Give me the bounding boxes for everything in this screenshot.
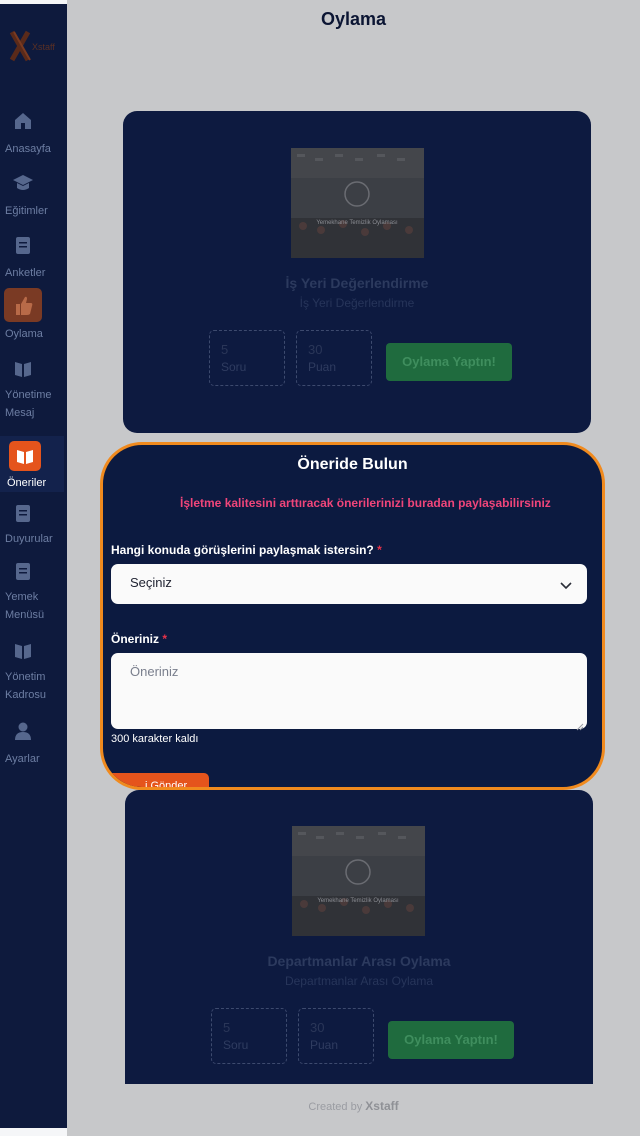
resize-grip-icon[interactable] [576, 718, 584, 731]
sidebar-item-oneriler[interactable]: Öneriler [0, 436, 64, 492]
svg-text:Xstaff: Xstaff [32, 42, 55, 52]
sidebar-item-oylama[interactable]: Oylama [0, 286, 64, 344]
suggestion-placeholder: Öneriniz [130, 664, 179, 679]
question-count: 5 Soru [211, 1008, 287, 1064]
sidebar-item-yonetime-mesaj[interactable]: Yönetime Mesaj [0, 356, 64, 424]
sidebar-item-label: Anketler [5, 267, 46, 279]
book-open-icon [9, 441, 41, 471]
footer: Created by Xstaff [67, 1099, 640, 1113]
topic-label: Hangi konuda görüşlerini paylaşmak ister… [111, 543, 382, 557]
svg-text:Yemekhane Temizlik Oylaması: Yemekhane Temizlik Oylaması [316, 220, 398, 226]
topic-select-value: Seçiniz [130, 575, 172, 590]
clipboard-icon [12, 234, 34, 256]
send-button[interactable]: i Gönder [105, 773, 209, 787]
page-title: Oylama [320, 9, 387, 29]
stat-number: 5 [223, 1020, 231, 1035]
xstaff-logo[interactable]: Xstaff [8, 26, 62, 66]
user-icon [12, 720, 34, 742]
voted-button[interactable]: Oylama Yaptın! [388, 1021, 514, 1059]
sidebar-item-anketler[interactable]: Anketler [0, 232, 64, 282]
sidebar-item-label: Öneriler [7, 477, 47, 489]
card-subtitle: İş Yeri Değerlendirme [299, 296, 415, 310]
character-counter: 300 karakter kaldı [111, 733, 199, 745]
suggestion-textarea[interactable]: Öneriniz [111, 653, 587, 731]
sidebar-item-yonetim-kadrosu[interactable]: Yönetim Kadrosu [0, 638, 64, 706]
suggestion-label-text: Öneriniz [111, 632, 160, 646]
suggestion-label: Öneriniz * [111, 632, 167, 646]
sidebar-item-anasayfa[interactable]: Anasayfa [0, 108, 64, 158]
point-count: 30 Puan [298, 1008, 374, 1064]
sidebar: Xstaff Anasayfa Eğitimler Anketler Oylam… [0, 0, 67, 1136]
thumbs-up-icon [4, 288, 42, 322]
sidebar-item-label: Yönetime Mesaj [5, 389, 52, 419]
card-title: Departmanlar Arası Oylama [267, 953, 451, 969]
stat-unit: Soru [223, 1038, 249, 1052]
suggestion-modal: Öneride Bulun İşletme kalitesini arttıra… [100, 442, 605, 790]
modal-description: İşletme kalitesini arttıracak önerilerin… [180, 496, 551, 510]
required-mark: * [377, 543, 382, 557]
sidebar-item-duyurular[interactable]: Duyurular [0, 500, 64, 550]
stat-number: 30 [310, 1020, 325, 1035]
stat-number: 5 [221, 342, 229, 357]
home-icon [12, 110, 34, 132]
card-image: Yemekhane Temizlik Oylaması [292, 826, 425, 936]
svg-text:Yemekhane Temizlik Oylaması: Yemekhane Temizlik Oylaması [317, 898, 399, 904]
sidebar-item-ayarlar[interactable]: Ayarlar [0, 718, 64, 768]
sidebar-item-yemek-menusu[interactable]: Yemek Menüsü [0, 558, 64, 626]
card-title: İş Yeri Değerlendirme [285, 275, 429, 291]
clipboard-icon [12, 502, 34, 524]
sidebar-item-label: Duyurular [5, 533, 53, 545]
sidebar-item-label: Yönetim Kadrosu [5, 671, 46, 701]
sidebar-item-label: Eğitimler [5, 205, 48, 217]
question-count: 5 Soru [209, 330, 285, 386]
card-image: Yemekhane Temizlik Oylaması [291, 148, 424, 258]
footer-created-by: Created by [308, 1101, 363, 1113]
stat-number: 30 [308, 342, 323, 357]
vote-card: Yemekhane Temizlik Oylaması Departmanlar… [125, 790, 593, 1084]
sidebar-item-label: Oylama [5, 328, 43, 340]
sidebar-item-label: Anasayfa [5, 143, 51, 155]
sidebar-item-egitimler[interactable]: Eğitimler [0, 170, 64, 220]
sidebar-item-label: Yemek Menüsü [5, 591, 45, 621]
clipboard-icon [12, 560, 34, 582]
modal-title: Öneride Bulun [297, 456, 408, 473]
stat-unit: Puan [308, 360, 337, 374]
stat-unit: Puan [310, 1038, 339, 1052]
stat-unit: Soru [221, 360, 247, 374]
book-icon [12, 640, 34, 662]
book-icon [12, 358, 34, 380]
topic-select[interactable]: Seçiniz [111, 564, 587, 604]
required-mark: * [162, 632, 168, 646]
point-count: 30 Puan [296, 330, 372, 386]
topic-label-text: Hangi konuda görüşlerini paylaşmak ister… [111, 543, 374, 557]
sidebar-panel: Xstaff Anasayfa Eğitimler Anketler Oylam… [0, 4, 67, 1128]
card-subtitle: Departmanlar Arası Oylama [284, 974, 434, 988]
vote-card: Yemekhane Temizlik Oylaması İş Yeri Değe… [123, 111, 591, 433]
chevron-down-icon [560, 578, 572, 590]
sidebar-item-label: Ayarlar [5, 753, 40, 765]
footer-brand: Xstaff [365, 1099, 399, 1113]
voted-button[interactable]: Oylama Yaptın! [386, 343, 512, 381]
graduation-cap-icon [12, 172, 34, 194]
